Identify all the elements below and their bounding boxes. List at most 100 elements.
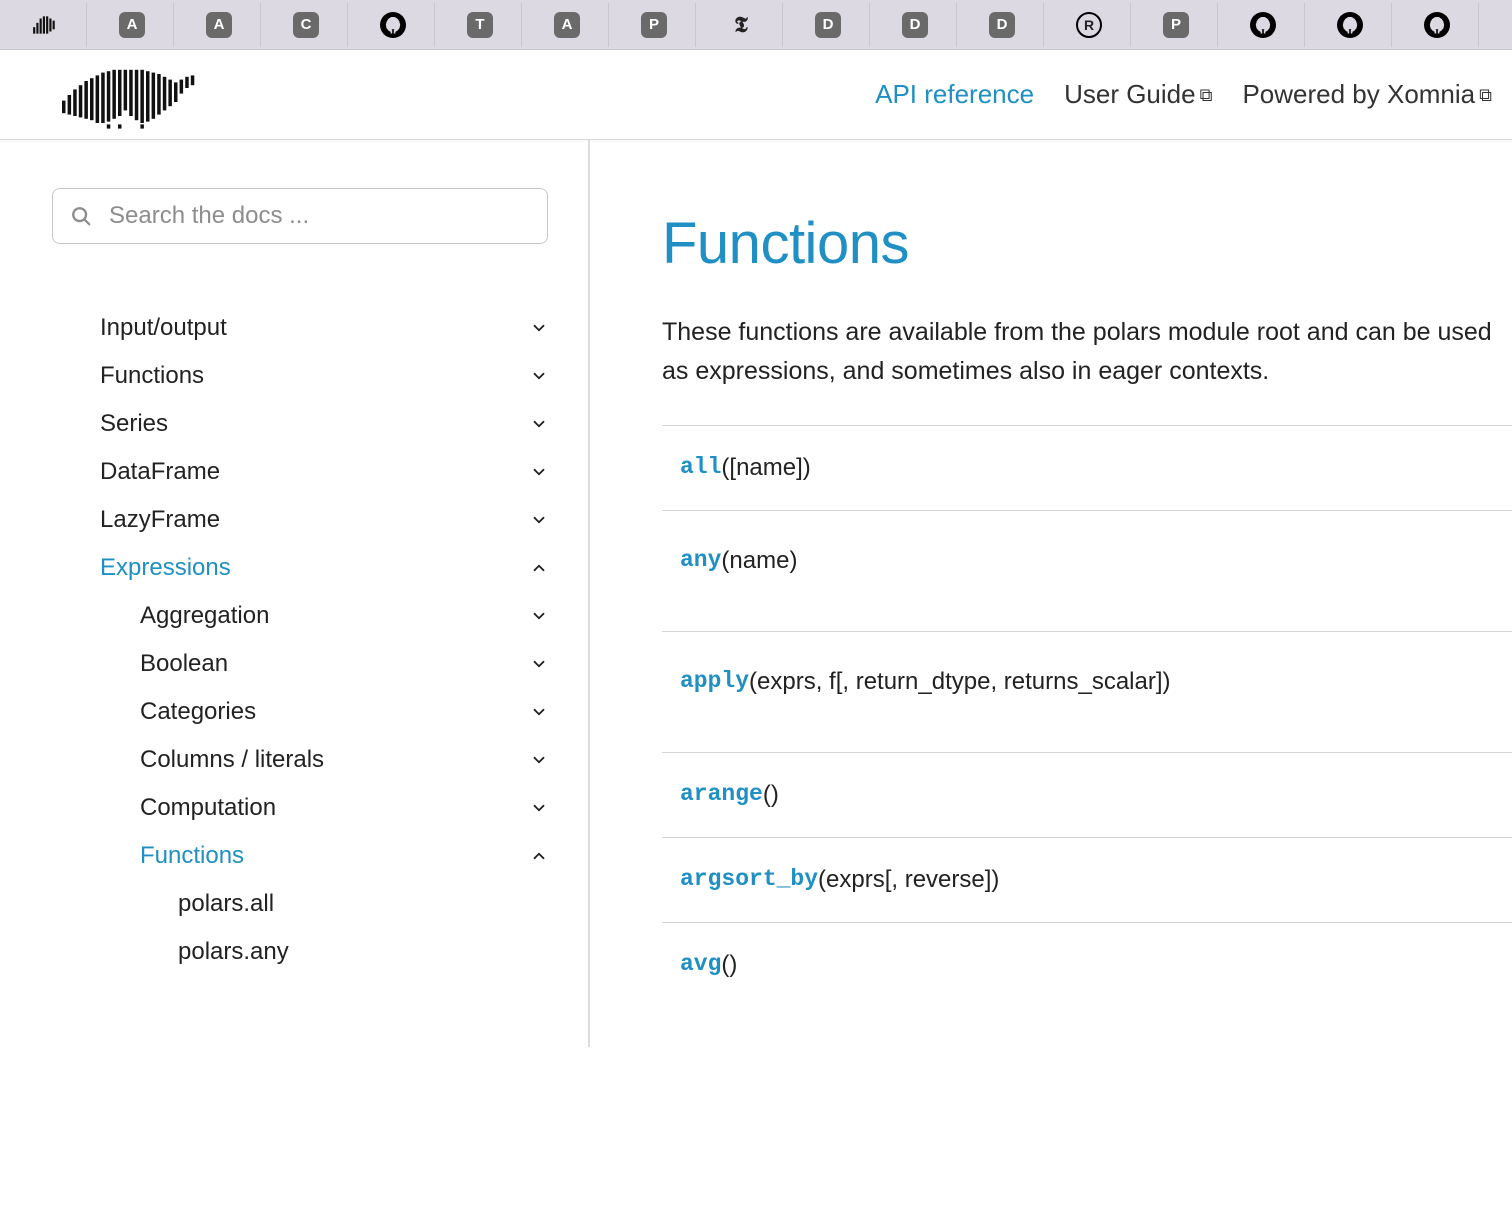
function-row-argsort_by: argsort_by(exprs[, reverse]) (662, 837, 1512, 922)
sidebar-item-functions[interactable]: Functions (52, 352, 568, 400)
browser-tab[interactable]: P (613, 3, 696, 47)
browser-tab[interactable]: P (1135, 3, 1218, 47)
browser-tab[interactable]: T (439, 3, 522, 47)
site-header: API reference User Guide⧉ Powered by Xom… (0, 50, 1512, 140)
sidebar-item-expressions[interactable]: Expressions (52, 544, 568, 592)
function-signature: (exprs[, reverse]) (818, 866, 999, 894)
search-icon (70, 205, 92, 227)
chevron-down-icon (528, 509, 550, 531)
main-area: Input/output Functions Series DataFrame Lazy… (0, 140, 1512, 1047)
browser-tab[interactable]: D (961, 3, 1044, 47)
browser-tab[interactable]: C (265, 3, 348, 47)
nav-user-guide[interactable]: User Guide⧉ (1064, 79, 1212, 110)
chevron-down-icon (528, 365, 550, 387)
search-input[interactable] (52, 188, 548, 244)
sidebar-item-label: Computation (140, 794, 276, 822)
function-signature: () (763, 781, 779, 809)
function-row-avg: avg() (662, 922, 1512, 1007)
browser-tab[interactable] (1309, 3, 1392, 47)
sidebar-item-label: Aggregation (140, 602, 269, 630)
function-signature: ([name]) (721, 454, 810, 482)
browser-tab[interactable]: A (91, 3, 174, 47)
function-signature: (exprs, f[, return_dtype, returns_scalar… (749, 668, 1171, 696)
chevron-down-icon (528, 605, 550, 627)
github-icon (1337, 12, 1363, 38)
function-signature: () (721, 951, 737, 979)
function-signature: (name) (721, 547, 797, 575)
function-name-link[interactable]: any (680, 547, 721, 575)
search-wrap (52, 188, 568, 244)
chevron-down-icon (528, 317, 550, 339)
browser-tab[interactable]: A (178, 3, 261, 47)
sidebar-item-boolean[interactable]: Boolean (52, 640, 568, 688)
sidebar-item-series[interactable]: Series (52, 400, 568, 448)
polars-logo-svg (55, 60, 202, 130)
nav-powered-by-label: Powered by Xomnia (1242, 79, 1475, 109)
chevron-down-icon (528, 653, 550, 675)
sidebar-item-polars-any[interactable]: polars.any (52, 928, 568, 976)
github-icon (1424, 12, 1450, 38)
sidebar-item-label: LazyFrame (100, 506, 220, 534)
browser-tab[interactable] (1048, 3, 1131, 47)
letter-c-icon: C (293, 12, 319, 38)
letter-p-icon: P (1163, 12, 1189, 38)
browser-tab[interactable]: D (874, 3, 957, 47)
sidebar-item-label: Boolean (140, 650, 228, 678)
sidebar-item-polars-all[interactable]: polars.all (52, 880, 568, 928)
nav-powered-by[interactable]: Powered by Xomnia⧉ (1242, 79, 1492, 110)
browser-tab[interactable] (1396, 3, 1479, 47)
letter-a-icon: A (554, 12, 580, 38)
rust-icon (1076, 12, 1102, 38)
letter-a-icon: A (119, 12, 145, 38)
sidebar-item-lazyframe[interactable]: LazyFrame (52, 496, 568, 544)
sidebar-item-label: DataFrame (100, 458, 220, 486)
sidebar-nav: Input/output Functions Series DataFrame Lazy… (52, 304, 568, 976)
chevron-down-icon (528, 413, 550, 435)
function-name-link[interactable]: avg (680, 951, 721, 979)
browser-tab[interactable] (4, 3, 87, 47)
browser-tab[interactable] (352, 3, 435, 47)
sidebar-item-input-output[interactable]: Input/output (52, 304, 568, 352)
letter-a-icon: A (206, 12, 232, 38)
sidebar-item-functions[interactable]: Functions (52, 832, 568, 880)
function-row-arange: arange() (662, 752, 1512, 837)
external-link-icon: ⧉ (1200, 85, 1213, 106)
sidebar-item-label: Expressions (100, 554, 231, 582)
function-name-link[interactable]: apply (680, 668, 749, 696)
github-icon (380, 12, 406, 38)
top-nav: API reference User Guide⧉ Powered by Xom… (875, 79, 1492, 110)
sidebar-item-label: Functions (100, 362, 204, 390)
nav-api-reference[interactable]: API reference (875, 79, 1034, 110)
chevron-down-icon (528, 701, 550, 723)
browser-tab[interactable]: 𝕿 (700, 3, 783, 47)
sidebar-item-columns-literals[interactable]: Columns / literals (52, 736, 568, 784)
function-name-link[interactable]: argsort_by (680, 866, 818, 894)
page-title: Functions (662, 210, 1512, 277)
letter-d-icon: D (989, 12, 1015, 38)
chevron-up-icon (528, 845, 550, 867)
chevron-up-icon (528, 557, 550, 579)
letter-t-icon: T (467, 12, 493, 38)
sidebar-item-label: Categories (140, 698, 256, 726)
letter-p-icon: P (641, 12, 667, 38)
function-name-link[interactable]: all (680, 454, 721, 482)
content: Functions These functions are available … (590, 140, 1512, 1047)
chevron-down-icon (528, 797, 550, 819)
sidebar-item-dataframe[interactable]: DataFrame (52, 448, 568, 496)
chevron-down-icon (528, 461, 550, 483)
external-link-icon: ⧉ (1479, 85, 1492, 106)
functions-table: all([name]) any(name) apply(exprs, f[, ret… (662, 425, 1512, 1007)
page-description: These functions are available from the p… (662, 313, 1512, 391)
browser-tab[interactable]: A (526, 3, 609, 47)
sidebar-item-label: polars.all (178, 890, 274, 918)
browser-tab[interactable] (1222, 3, 1305, 47)
sidebar-item-aggregation[interactable]: Aggregation (52, 592, 568, 640)
github-icon (1250, 12, 1276, 38)
browser-tab[interactable]: D (787, 3, 870, 47)
polars-logo[interactable] (55, 60, 202, 130)
function-row-apply: apply(exprs, f[, return_dtype, returns_s… (662, 631, 1512, 752)
sidebar-item-label: polars.any (178, 938, 289, 966)
function-name-link[interactable]: arange (680, 781, 763, 809)
sidebar-item-computation[interactable]: Computation (52, 784, 568, 832)
sidebar-item-categories[interactable]: Categories (52, 688, 568, 736)
